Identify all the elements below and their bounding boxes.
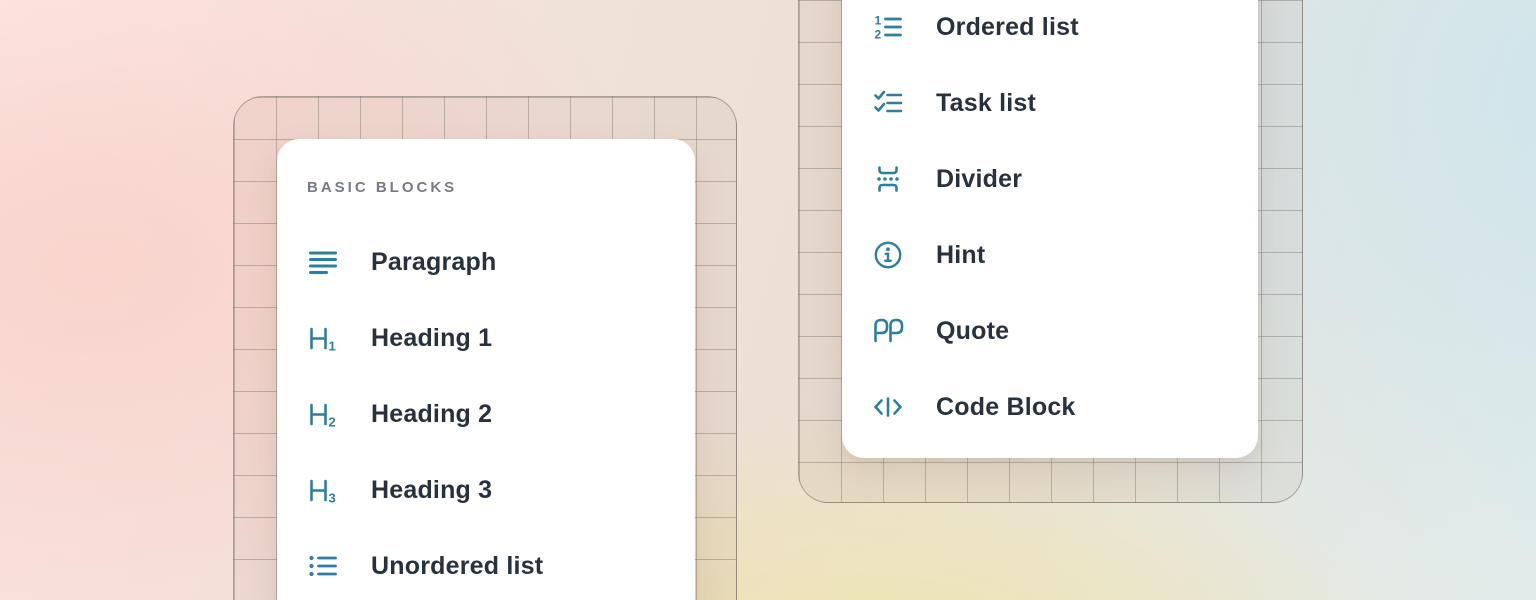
code-block-icon — [872, 391, 904, 423]
menu-item-task-list[interactable]: Task list — [842, 65, 1258, 141]
editor-blocks-promo: BASIC BLOCKS Paragraph 1 Heading 1 2 Heading… — [0, 0, 1536, 600]
menu-item-divider[interactable]: Divider — [842, 141, 1258, 217]
menu-item-label: Ordered list — [936, 13, 1079, 42]
heading-3-icon: 3 — [307, 474, 339, 506]
menu-item-label: Task list — [936, 89, 1036, 118]
menu-item-label: Heading 1 — [371, 324, 492, 353]
menu-item-unordered-list[interactable]: Unordered list — [277, 528, 695, 600]
menu-item-quote[interactable]: Quote — [842, 293, 1258, 369]
more-blocks-menu: 12 Ordered list Task list Divider Hint Quote C… — [842, 0, 1258, 458]
menu-item-heading-1[interactable]: 1 Heading 1 — [277, 300, 695, 376]
menu-item-label: Heading 2 — [371, 400, 492, 429]
menu-item-ordered-list[interactable]: 12 Ordered list — [842, 0, 1258, 65]
menu-item-heading-2[interactable]: 2 Heading 2 — [277, 376, 695, 452]
menu-item-label: Divider — [936, 165, 1022, 194]
paragraph-icon — [307, 246, 339, 278]
menu-item-label: Heading 3 — [371, 476, 492, 505]
svg-text:1: 1 — [875, 14, 882, 28]
menu-item-label: Unordered list — [371, 552, 543, 581]
ordered-list-icon: 12 — [872, 11, 904, 43]
unordered-list-icon — [307, 550, 339, 582]
menu-item-paragraph[interactable]: Paragraph — [277, 224, 695, 300]
menu-item-label: Hint — [936, 241, 985, 270]
heading-1-icon: 1 — [307, 322, 339, 354]
menu-item-label: Quote — [936, 317, 1009, 346]
quote-icon — [872, 315, 904, 347]
svg-text:2: 2 — [329, 415, 336, 430]
menu-item-heading-3[interactable]: 3 Heading 3 — [277, 452, 695, 528]
more-blocks-list: 12 Ordered list Task list Divider Hint Quote C… — [842, 0, 1258, 445]
basic-blocks-section-header: BASIC BLOCKS — [277, 139, 695, 196]
menu-item-label: Paragraph — [371, 248, 496, 277]
svg-text:2: 2 — [875, 28, 882, 42]
hint-icon — [872, 239, 904, 271]
divider-icon — [872, 163, 904, 195]
basic-blocks-menu: BASIC BLOCKS Paragraph 1 Heading 1 2 Heading… — [277, 139, 695, 600]
basic-blocks-list: Paragraph 1 Heading 1 2 Heading 2 3 Heading 3 U… — [277, 224, 695, 600]
menu-item-code-block[interactable]: Code Block — [842, 369, 1258, 445]
menu-item-label: Code Block — [936, 393, 1076, 422]
svg-text:3: 3 — [329, 491, 336, 506]
heading-2-icon: 2 — [307, 398, 339, 430]
task-list-icon — [872, 87, 904, 119]
menu-item-hint[interactable]: Hint — [842, 217, 1258, 293]
svg-text:1: 1 — [329, 339, 336, 354]
